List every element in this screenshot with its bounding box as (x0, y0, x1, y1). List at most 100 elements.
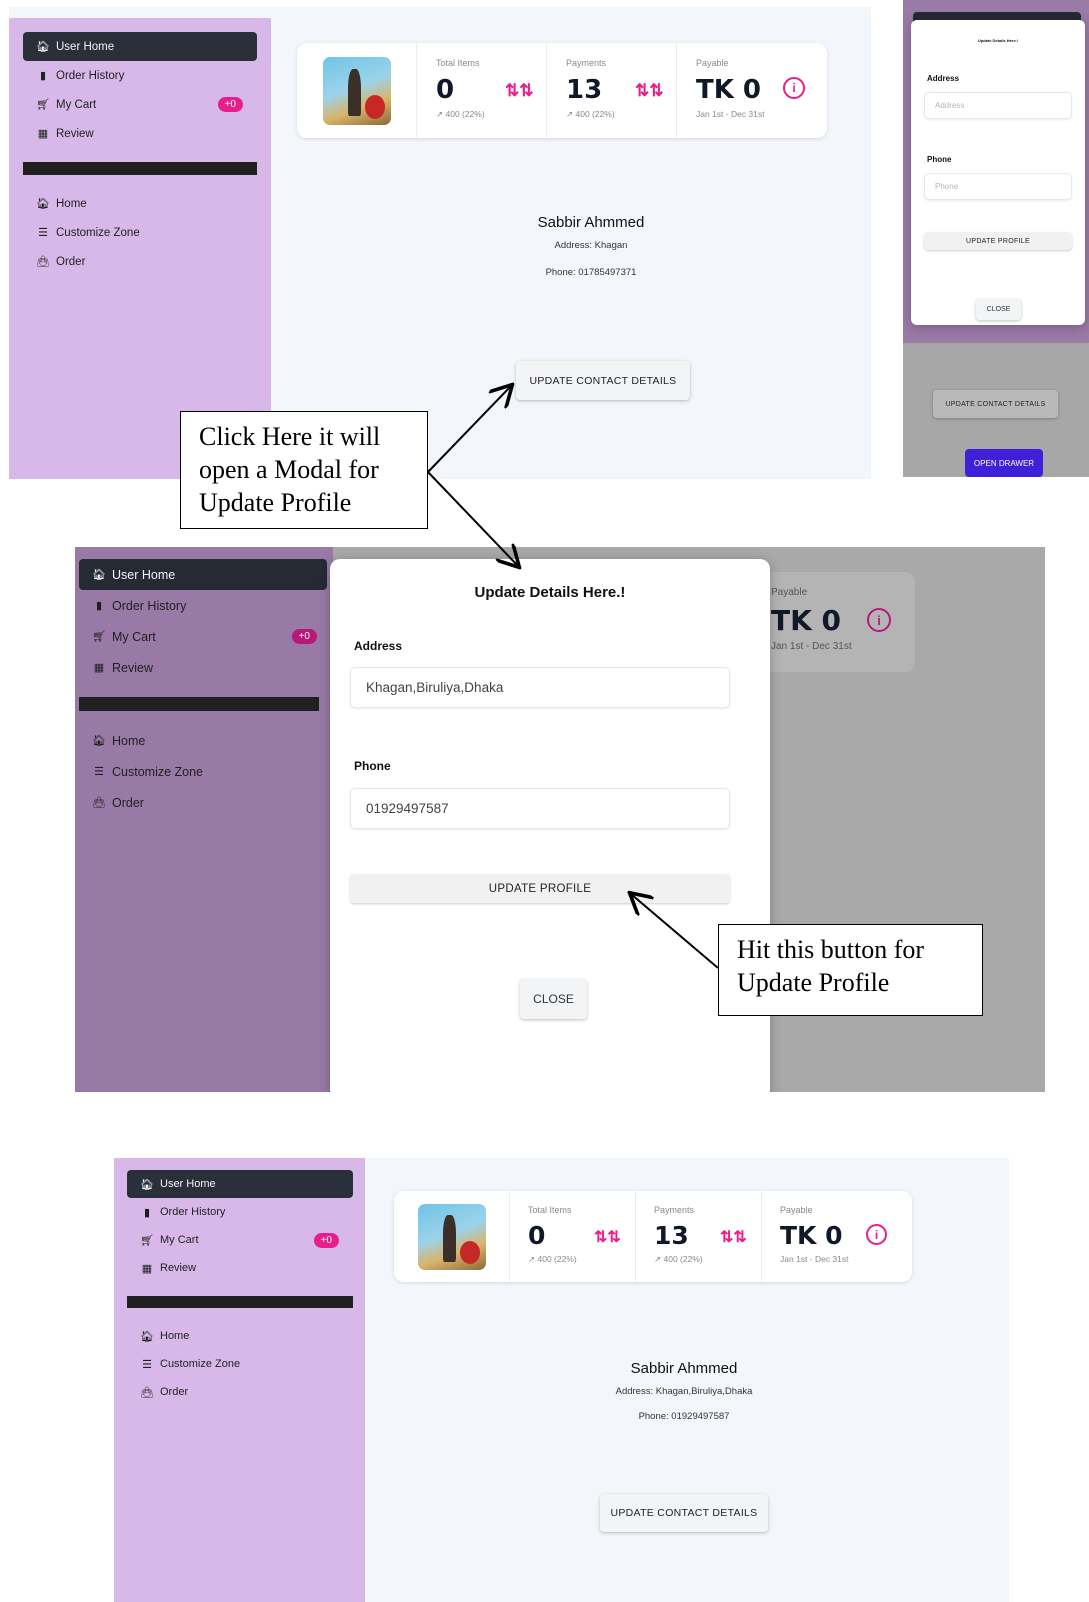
stat-total-items: Total Items 0 ⇅⇅ ↗ 400 (22%) (510, 1191, 636, 1282)
sidebar-item-review[interactable]: ▦ Review (23, 119, 257, 148)
calendar-icon: ▦ (37, 128, 49, 140)
cart-count-badge: +0 (291, 629, 317, 644)
profile-address: Address: Khagan,Biruliya,Dhaka (615, 1386, 753, 1397)
home-icon: 🏠︎ (92, 735, 106, 747)
screenshot-after: 🏠︎ User Home ▮ Order History 🛒︎ My Cart +0 ▦… (114, 1158, 1009, 1602)
bag-icon: 👜︎ (92, 797, 106, 809)
bars-icon: ☰ (142, 1358, 152, 1371)
info-icon[interactable]: i (867, 608, 891, 632)
sidebar-link-home[interactable]: 🏠︎ Home (23, 189, 257, 218)
sidebar-divider (79, 697, 319, 711)
screenshot-small-modal: Update Details Here.! Address Address Ph… (903, 0, 1089, 477)
sidebar-item-my-cart[interactable]: 🛒︎ My Cart +0 (127, 1226, 353, 1254)
sidebar-item-my-cart[interactable]: 🛒︎ My Cart +0 (79, 621, 327, 652)
home-icon: 🏠︎ (36, 198, 50, 210)
stat-payments: Payments 13 ⇅⇅ ↗ 400 (22%) (636, 1191, 762, 1282)
cart-count-badge: +0 (313, 1233, 339, 1248)
address-label: Address (354, 639, 403, 653)
annotation-click-here: Click Here it will open a Modal for Upda… (180, 411, 428, 529)
phone-input[interactable]: Phone (924, 173, 1072, 200)
sidebar: 🏠︎ User Home ▮ Order History 🛒︎ My Cart +0 ▦… (114, 1158, 365, 1602)
profile-phone: Phone: 01929497587 (638, 1411, 730, 1422)
stat-payable: Payable TK 0 i Jan 1st - Dec 31st (677, 43, 827, 138)
avatar-cell (394, 1191, 510, 1282)
stats-card: Total Items 0 ⇅⇅ ↗ 400 (22%) Payments 13… (297, 43, 827, 138)
address-input[interactable]: Khagan,Biruliya,Dhaka (350, 667, 730, 708)
cart-count-badge: +0 (217, 97, 243, 112)
update-modal-small: Update Details Here.! Address Address Ph… (911, 20, 1085, 325)
profile-name: Sabbir Ahmmed (630, 1360, 738, 1377)
close-button[interactable]: CLOSE (976, 299, 1021, 320)
sidebar-item-review[interactable]: ▦ Review (79, 652, 327, 683)
home-icon: 🏠︎ (92, 569, 106, 581)
sliders-icon[interactable]: ⇅⇅ (635, 81, 664, 101)
calendar-icon: ▦ (93, 662, 105, 674)
avatar (322, 56, 391, 125)
bag-icon: 👜︎ (140, 1386, 154, 1399)
annotation-hit-button: Hit this button for Update Profile (718, 924, 983, 1016)
stats-card: Total Items 0 ⇅⇅ ↗ 400 (22%) Payments 13… (394, 1191, 912, 1282)
sidebar-divider (23, 162, 257, 175)
bars-icon: ☰ (94, 766, 104, 778)
sidebar-link-order[interactable]: 👜︎ Order (127, 1378, 353, 1406)
update-contact-details-button[interactable]: UPDATE CONTACT DETAILS (600, 1494, 768, 1532)
cart-icon: 🛒︎ (140, 1234, 154, 1247)
close-button[interactable]: CLOSE (520, 979, 587, 1019)
bag-icon: 👜︎ (36, 256, 50, 268)
sliders-icon[interactable]: ⇅⇅ (505, 81, 534, 101)
profile-phone: Phone: 01785497371 (545, 267, 637, 278)
profile-address: Address: Khagan (554, 240, 628, 251)
sidebar-item-user-home[interactable]: 🏠︎ User Home (79, 559, 327, 590)
screenshot-before: 🏠︎ User Home ▮ Order History 🛒︎ My Cart +0 ▦… (9, 7, 871, 479)
stat-payable: Payable TK 0 i Jan 1st - Dec 31st (755, 572, 915, 672)
stat-payments: Payments 13 ⇅⇅ ↗ 400 (22%) (547, 43, 677, 138)
stat-total-items: Total Items 0 ⇅⇅ ↗ 400 (22%) (417, 43, 547, 138)
avatar-cell (297, 43, 417, 138)
avatar (417, 1203, 486, 1270)
update-details-modal: Update Details Here.! Address Khagan,Bir… (330, 559, 770, 1092)
sidebar-link-customize-zone[interactable]: ☰ Customize Zone (23, 218, 257, 247)
sidebar-dimmed: 🏠︎ User Home ▮ Order History 🛒︎ My Cart +0 ▦… (75, 547, 333, 1092)
wallet-icon: ▮ (143, 1206, 151, 1219)
home-icon: 🏠︎ (140, 1330, 154, 1343)
sidebar-link-order[interactable]: 👜︎ Order (23, 247, 257, 276)
sidebar-item-order-history[interactable]: ▮ Order History (23, 61, 257, 90)
sidebar: 🏠︎ User Home ▮ Order History 🛒︎ My Cart +0 ▦… (9, 18, 271, 479)
modal-title: Update Details Here.! (474, 584, 626, 601)
profile-name: Sabbir Ahmmed (537, 214, 645, 231)
info-icon[interactable]: i (783, 77, 805, 99)
sidebar-divider (127, 1296, 353, 1308)
update-contact-details-button[interactable]: UPDATE CONTACT DETAILS (933, 390, 1058, 418)
home-icon: 🏠︎ (36, 41, 50, 53)
sidebar-item-review[interactable]: ▦ Review (127, 1254, 353, 1282)
wallet-icon: ▮ (95, 600, 103, 612)
sliders-icon[interactable]: ⇅⇅ (720, 1227, 747, 1247)
update-profile-button[interactable]: UPDATE PROFILE (924, 232, 1072, 250)
phone-input[interactable]: 01929497587 (350, 788, 730, 829)
sidebar-item-order-history[interactable]: ▮ Order History (79, 590, 327, 621)
calendar-icon: ▦ (141, 1262, 153, 1275)
sidebar-item-order-history[interactable]: ▮ Order History (127, 1198, 353, 1226)
payable-card-dimmed: Payable TK 0 i Jan 1st - Dec 31st (755, 572, 915, 672)
sidebar-link-customize-zone[interactable]: ☰ Customize Zone (79, 756, 327, 787)
sidebar-item-user-home[interactable]: 🏠︎ User Home (23, 32, 257, 61)
cart-icon: 🛒︎ (36, 99, 50, 111)
phone-label: Phone (354, 759, 391, 773)
sidebar-link-home[interactable]: 🏠︎ Home (79, 725, 327, 756)
sidebar-item-user-home[interactable]: 🏠︎ User Home (127, 1170, 353, 1198)
home-icon: 🏠︎ (140, 1178, 154, 1191)
open-drawer-button[interactable]: OPEN DRAWER (965, 449, 1043, 477)
update-contact-details-button[interactable]: UPDATE CONTACT DETAILS (516, 361, 690, 400)
sliders-icon[interactable]: ⇅⇅ (594, 1227, 621, 1247)
cart-icon: 🛒︎ (92, 631, 106, 643)
update-profile-button[interactable]: UPDATE PROFILE (350, 874, 730, 903)
wallet-icon: ▮ (39, 70, 47, 82)
stat-payable: Payable TK 0 i Jan 1st - Dec 31st (762, 1191, 912, 1282)
info-icon[interactable]: i (866, 1224, 887, 1245)
address-input[interactable]: Address (924, 92, 1072, 119)
sidebar-link-home[interactable]: 🏠︎ Home (127, 1322, 353, 1350)
sidebar-link-order[interactable]: 👜︎ Order (79, 787, 327, 818)
sidebar-item-my-cart[interactable]: 🛒︎ My Cart +0 (23, 90, 257, 119)
sidebar-link-customize-zone[interactable]: ☰ Customize Zone (127, 1350, 353, 1378)
bars-icon: ☰ (38, 227, 48, 239)
